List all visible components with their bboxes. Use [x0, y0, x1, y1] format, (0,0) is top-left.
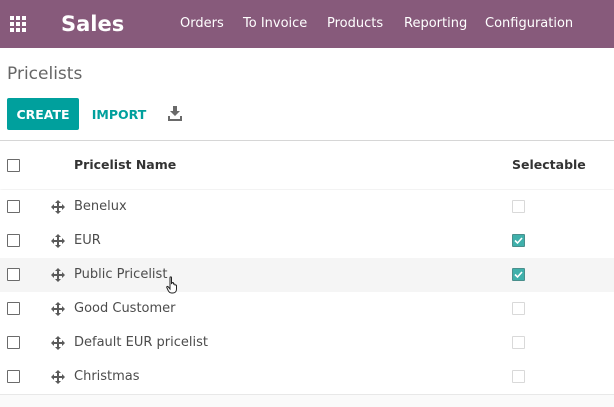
apps-grid-icon[interactable]	[10, 16, 27, 33]
column-header-pricelist-name[interactable]: Pricelist Name	[74, 157, 176, 173]
table-row[interactable]: Benelux	[0, 190, 614, 225]
menu-reporting[interactable]: Reporting	[404, 15, 467, 33]
pricelist-name[interactable]: Benelux	[74, 199, 127, 215]
drag-handle-icon[interactable]	[50, 233, 66, 249]
breadcrumb: Pricelists	[7, 64, 83, 84]
selectable-checkbox	[512, 336, 525, 349]
row-checkbox[interactable]	[7, 302, 20, 315]
pricelist-name[interactable]: Christmas	[74, 369, 140, 385]
menu-orders[interactable]: Orders	[180, 15, 224, 33]
table-row[interactable]: Christmas	[0, 360, 614, 395]
top-navbar: Sales Orders To Invoice Products Reporti…	[0, 0, 614, 48]
table-header: Pricelist Name Selectable	[0, 141, 614, 189]
select-all-checkbox[interactable]	[7, 159, 20, 172]
selectable-checkbox	[512, 302, 525, 315]
row-checkbox[interactable]	[7, 268, 20, 281]
create-button[interactable]: CREATE	[7, 98, 79, 130]
selectable-checkbox	[512, 234, 525, 247]
row-checkbox[interactable]	[7, 234, 20, 247]
import-button[interactable]: IMPORT	[86, 98, 152, 130]
drag-handle-icon[interactable]	[50, 335, 66, 351]
table-row[interactable]: Public Pricelist	[0, 258, 614, 293]
column-header-selectable[interactable]: Selectable	[512, 157, 586, 173]
row-checkbox[interactable]	[7, 336, 20, 349]
table-row[interactable]: Good Customer	[0, 292, 614, 327]
pricelist-name[interactable]: Public Pricelist	[74, 267, 167, 283]
menu-to-invoice[interactable]: To Invoice	[243, 15, 307, 33]
drag-handle-icon[interactable]	[50, 301, 66, 317]
selectable-checkbox	[512, 370, 525, 383]
pricelist-name[interactable]: Default EUR pricelist	[74, 335, 208, 351]
selectable-checkbox	[512, 200, 525, 213]
selectable-checkbox	[512, 268, 525, 281]
menu-products[interactable]: Products	[327, 15, 383, 33]
pricelist-name[interactable]: Good Customer	[74, 301, 176, 317]
row-checkbox[interactable]	[7, 370, 20, 383]
menu-configuration[interactable]: Configuration	[485, 15, 573, 33]
drag-handle-icon[interactable]	[50, 267, 66, 283]
pricelist-name[interactable]: EUR	[74, 233, 101, 249]
table-row[interactable]: EUR	[0, 224, 614, 259]
drag-handle-icon[interactable]	[50, 369, 66, 385]
drag-handle-icon[interactable]	[50, 199, 66, 215]
row-checkbox[interactable]	[7, 200, 20, 213]
download-icon[interactable]	[166, 104, 184, 122]
table-row[interactable]: Default EUR pricelist	[0, 326, 614, 361]
app-title[interactable]: Sales	[61, 10, 124, 38]
list-footer	[0, 395, 614, 407]
